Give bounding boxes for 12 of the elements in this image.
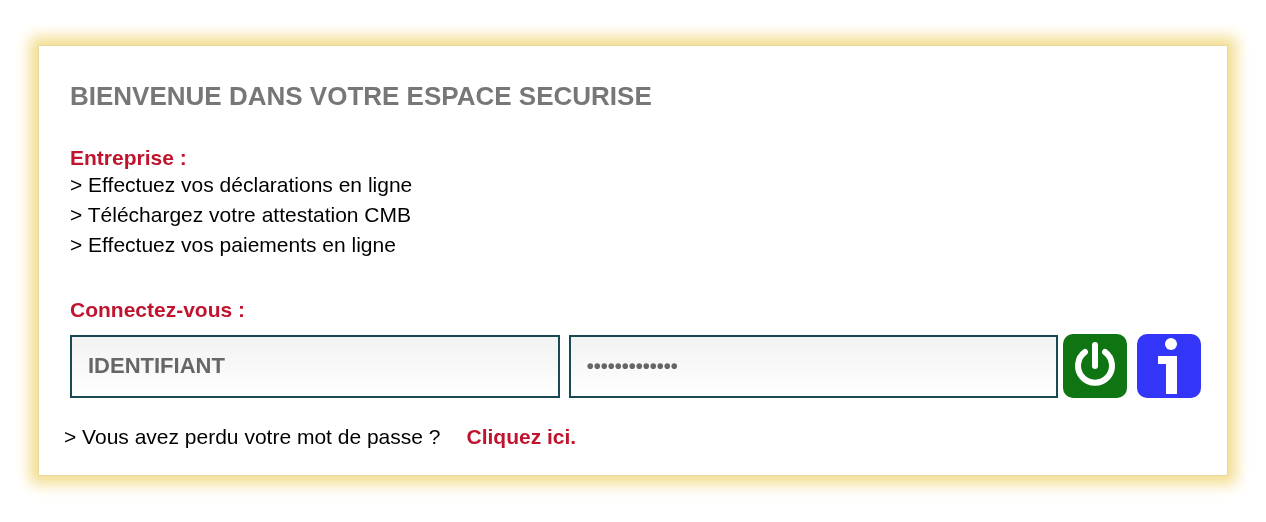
page-title: BIENVENUE DANS VOTRE ESPACE SECURISE	[70, 80, 653, 112]
feature-line: > Effectuez vos déclarations en ligne	[70, 172, 414, 198]
section-heading: Entreprise :	[70, 146, 188, 170]
forgot-password-text: > Vous avez perdu votre mot de passe ?	[64, 424, 441, 450]
feature-line: > Téléchargez votre attestation CMB	[70, 202, 413, 228]
feature-line: > Effectuez vos paiements en ligne	[70, 232, 397, 258]
info-button[interactable]	[1137, 334, 1201, 398]
reset-password-link[interactable]: Cliquez ici.	[466, 424, 577, 450]
power-button[interactable]	[1063, 334, 1128, 398]
section-heading: Connectez-vous :	[70, 298, 246, 322]
password-field[interactable]: •••••••••••••	[568, 334, 1059, 398]
username-field[interactable]: IDENTIFIANT	[70, 334, 560, 398]
